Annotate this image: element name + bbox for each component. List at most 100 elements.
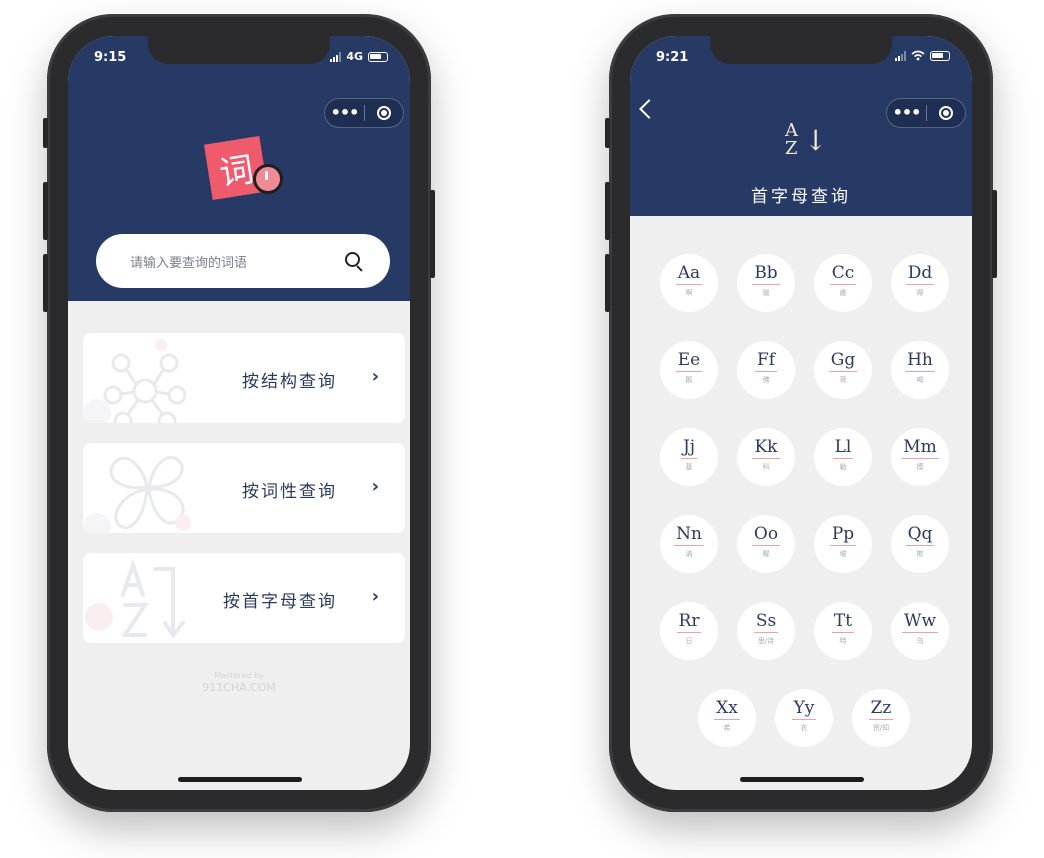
letter-button[interactable]: Ww 乌 [891, 602, 949, 660]
letter-button[interactable]: Tt 特 [814, 602, 872, 660]
menu-card-structure[interactable]: 按结构查询 › [83, 333, 405, 423]
letter-sample-char: 哥 [839, 376, 847, 384]
miniprogram-capsule: ••• [886, 98, 966, 128]
letter-button[interactable]: Ll 勒 [814, 428, 872, 486]
volume-down-button [43, 254, 48, 312]
letter-sample-char: 摸 [916, 463, 924, 471]
letter-sample-char: 啊 [685, 289, 693, 297]
letter-label: Qq [905, 524, 935, 546]
letter-button[interactable]: Pp 坡 [814, 515, 872, 573]
right-phone: 9:21 ••• A Z ↓ 首字母查询 Aa 啊 Bb 玻 Cc 雌 Dd 得… [605, 14, 997, 812]
letter-button[interactable]: Oo 喔 [737, 515, 795, 573]
menu-card-label: 按首字母查询 [223, 592, 337, 612]
letter-sample-char: 资/知 [872, 724, 890, 732]
volume-down-button [605, 254, 610, 312]
letter-sample-char: 勒 [839, 463, 847, 471]
letter-sample-char: 欺 [916, 550, 924, 558]
letter-button[interactable]: Zz 资/知 [852, 689, 910, 747]
cellular-signal-icon [895, 50, 906, 61]
letter-sample-char: 科 [762, 463, 770, 471]
volume-up-button [605, 182, 610, 240]
letter-sample-char: 得 [916, 289, 924, 297]
letter-button[interactable]: Mm 摸 [891, 428, 949, 486]
letter-label: Kk [752, 437, 780, 459]
chevron-right-icon: › [371, 586, 379, 607]
more-icon[interactable]: ••• [325, 99, 364, 127]
left-screen: 9:15 4G ••• 词 请输入要查询的词语 按结构查询 › 按词性查询 › … [68, 36, 410, 790]
letter-sample-char: 衣 [800, 724, 808, 732]
power-button [430, 190, 435, 278]
letter-button[interactable]: Hh 喝 [891, 341, 949, 399]
letter-button[interactable]: Qq 欺 [891, 515, 949, 573]
letter-button[interactable]: Cc 雌 [814, 254, 872, 312]
mute-switch [43, 118, 48, 148]
letter-button[interactable]: Dd 得 [891, 254, 949, 312]
letter-button[interactable]: Gg 哥 [814, 341, 872, 399]
az-sort-icon: A Z ↓ [785, 120, 828, 159]
search-input[interactable]: 请输入要查询的词语 [130, 252, 344, 271]
letter-label: Mm [901, 437, 939, 459]
letter-label: Ww [901, 611, 939, 633]
letter-sample-char: 雌 [839, 289, 847, 297]
notch [148, 36, 330, 64]
letter-sample-char: 特 [839, 637, 847, 645]
close-miniprogram-icon[interactable] [927, 106, 965, 120]
menu-card-part-of-speech[interactable]: 按词性查询 › [83, 443, 405, 533]
letter-button[interactable]: Rr 日 [660, 602, 718, 660]
battery-icon [368, 51, 388, 62]
letter-button[interactable]: Ss 思/诗 [737, 602, 795, 660]
status-time: 9:15 [94, 50, 127, 65]
letter-button[interactable]: Ee 鹅 [660, 341, 718, 399]
network-type: 4G [346, 50, 363, 63]
letter-label: Jj [680, 437, 698, 459]
letter-sample-char: 讷 [685, 550, 693, 558]
letter-sample-char: 佛 [762, 376, 770, 384]
letter-button[interactable]: Kk 科 [737, 428, 795, 486]
notch [710, 36, 892, 64]
letter-label: Ss [753, 611, 779, 633]
letter-label: Tt [831, 611, 855, 633]
letter-button[interactable]: Jj 基 [660, 428, 718, 486]
letter-label: Dd [905, 263, 935, 285]
more-icon[interactable]: ••• [887, 99, 926, 127]
right-screen: 9:21 ••• A Z ↓ 首字母查询 Aa 啊 Bb 玻 Cc 雌 Dd 得… [630, 36, 972, 790]
home-indicator [178, 777, 302, 782]
back-arrow-icon[interactable] [639, 99, 659, 119]
chevron-right-icon: › [371, 476, 379, 497]
letter-button[interactable]: Yy 衣 [775, 689, 833, 747]
status-time: 9:21 [656, 50, 689, 65]
clover-icon [83, 455, 191, 533]
page-title: 首字母查询 [751, 187, 851, 207]
letter-sample-char: 思/诗 [757, 637, 775, 645]
letter-button[interactable]: Xx 希 [698, 689, 756, 747]
menu-card-label: 按结构查询 [242, 372, 337, 392]
letter-label: Yy [791, 698, 817, 720]
letter-label: Nn [674, 524, 704, 546]
cellular-signal-icon [330, 51, 342, 62]
battery-icon [930, 50, 950, 61]
letter-button[interactable]: Aa 啊 [660, 254, 718, 312]
letter-label: Rr [676, 611, 702, 633]
search-bar[interactable]: 请输入要查询的词语 [96, 234, 390, 288]
volume-up-button [43, 182, 48, 240]
letter-label: Xx [714, 698, 740, 720]
az-sort-icon [85, 558, 185, 639]
menu-card-first-letter[interactable]: 按首字母查询 › [83, 553, 405, 643]
letter-button[interactable]: Ff 佛 [737, 341, 795, 399]
letter-sample-char: 喝 [916, 376, 924, 384]
wifi-icon [911, 50, 925, 61]
letter-button[interactable]: Nn 讷 [660, 515, 718, 573]
letter-label: Oo [751, 524, 781, 546]
letter-label: Aa [675, 263, 703, 285]
letter-button[interactable]: Bb 玻 [737, 254, 795, 312]
search-icon[interactable] [344, 251, 364, 271]
home-indicator [740, 777, 864, 782]
header-banner: ••• 词 请输入要查询的词语 [68, 36, 410, 301]
miniprogram-capsule: ••• [324, 98, 404, 128]
letter-label: Ff [754, 350, 778, 372]
letter-sample-char: 鹅 [685, 376, 693, 384]
letter-label: Gg [828, 350, 858, 372]
close-miniprogram-icon[interactable] [365, 106, 403, 120]
letter-label: Ee [675, 350, 703, 372]
chevron-right-icon: › [371, 366, 379, 387]
